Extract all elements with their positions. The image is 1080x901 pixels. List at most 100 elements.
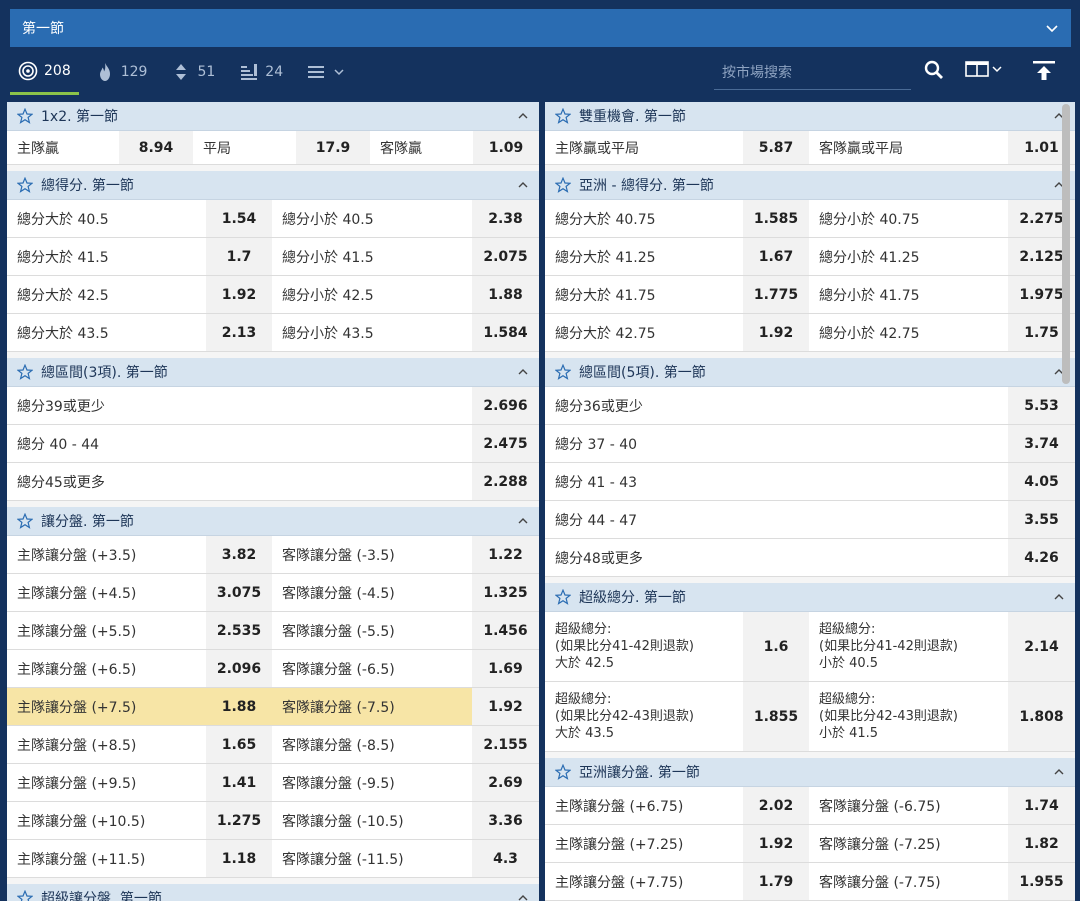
- filter-popular-button[interactable]: 129: [87, 49, 156, 95]
- odds-value[interactable]: 1.18: [206, 840, 272, 877]
- selection-label[interactable]: 總分大於 43.5: [7, 314, 206, 351]
- odds-value[interactable]: 1.275: [206, 802, 272, 839]
- market-header[interactable]: 總得分. 第一節: [7, 171, 539, 200]
- odds-value[interactable]: 1.92: [472, 688, 539, 725]
- odds-value[interactable]: 1.09: [473, 131, 539, 164]
- market-header[interactable]: 讓分盤. 第一節: [7, 507, 539, 536]
- selection-label[interactable]: 主隊讓分盤 (+9.5): [7, 764, 206, 801]
- selection-label[interactable]: 總分小於 41.25: [809, 238, 1008, 275]
- odds-value[interactable]: 1.808: [1008, 682, 1075, 751]
- odds-value[interactable]: 1.79: [743, 863, 809, 900]
- selection-label[interactable]: 超級總分: (如果比分42-43則退款) 小於 41.5: [809, 682, 1008, 751]
- selection-label[interactable]: 客隊讓分盤 (-6.75): [809, 787, 1008, 824]
- market-header[interactable]: 總區間(3項). 第一節: [7, 358, 539, 387]
- selection-label[interactable]: 總分大於 42.75: [545, 314, 743, 351]
- chevron-up-icon[interactable]: [517, 112, 529, 120]
- selection-label[interactable]: 客隊讓分盤 (-6.5): [272, 650, 472, 687]
- market-header[interactable]: 超級總分. 第一節: [545, 583, 1075, 612]
- odds-value[interactable]: 2.02: [743, 787, 809, 824]
- chevron-up-icon[interactable]: [1053, 593, 1065, 601]
- odds-value[interactable]: 3.74: [1008, 425, 1075, 462]
- selection-label[interactable]: 總分 40 - 44: [7, 425, 472, 462]
- odds-value[interactable]: 1.92: [206, 276, 272, 313]
- selection-label[interactable]: 總分小於 41.5: [272, 238, 472, 275]
- selection-label[interactable]: 主隊讓分盤 (+3.5): [7, 536, 206, 573]
- odds-value[interactable]: 3.82: [206, 536, 272, 573]
- star-icon[interactable]: [17, 513, 33, 529]
- odds-value[interactable]: 1.6: [743, 612, 809, 681]
- odds-value[interactable]: 1.585: [743, 200, 809, 237]
- chevron-up-icon[interactable]: [517, 894, 529, 901]
- selection-label[interactable]: 客隊讓分盤 (-9.5): [272, 764, 472, 801]
- odds-value[interactable]: 2.535: [206, 612, 272, 649]
- odds-value[interactable]: 1.88: [472, 276, 539, 313]
- odds-value[interactable]: 2.696: [472, 387, 539, 424]
- selection-label[interactable]: 總分大於 40.75: [545, 200, 743, 237]
- selection-label[interactable]: 平局: [193, 131, 296, 164]
- selection-label[interactable]: 總分大於 42.5: [7, 276, 206, 313]
- odds-value[interactable]: 3.075: [206, 574, 272, 611]
- selection-label[interactable]: 總分 44 - 47: [545, 501, 1008, 538]
- selection-label[interactable]: 主隊讓分盤 (+6.75): [545, 787, 743, 824]
- market-header[interactable]: 超級讓分盤. 第一節: [7, 884, 539, 901]
- odds-value[interactable]: 3.55: [1008, 501, 1075, 538]
- odds-value[interactable]: 1.325: [472, 574, 539, 611]
- selection-label[interactable]: 客隊贏: [370, 131, 473, 164]
- selection-label[interactable]: 超級總分: (如果比分41-42則退款) 大於 42.5: [545, 612, 743, 681]
- market-header[interactable]: 亞洲讓分盤. 第一節: [545, 758, 1075, 787]
- selection-label[interactable]: 總分大於 40.5: [7, 200, 206, 237]
- odds-value[interactable]: 2.155: [472, 726, 539, 763]
- odds-value[interactable]: 1.92: [743, 314, 809, 351]
- odds-value[interactable]: 1.41: [206, 764, 272, 801]
- selection-label[interactable]: 總分小於 40.75: [809, 200, 1008, 237]
- selection-label[interactable]: 客隊讓分盤 (-5.5): [272, 612, 472, 649]
- layout-toggle-button[interactable]: [965, 60, 1003, 78]
- star-icon[interactable]: [555, 108, 571, 124]
- selection-label[interactable]: 主隊讓分盤 (+7.75): [545, 863, 743, 900]
- odds-value[interactable]: 1.74: [1008, 787, 1075, 824]
- star-icon[interactable]: [17, 890, 33, 901]
- selection-label[interactable]: 主隊讓分盤 (+7.5): [7, 688, 206, 725]
- selection-label[interactable]: 總分48或更多: [545, 539, 1008, 576]
- odds-value[interactable]: 1.22: [472, 536, 539, 573]
- odds-value[interactable]: 2.14: [1008, 612, 1075, 681]
- selection-label[interactable]: 客隊贏或平局: [809, 131, 1008, 164]
- odds-value[interactable]: 1.54: [206, 200, 272, 237]
- odds-value[interactable]: 17.9: [296, 131, 370, 164]
- list-view-menu[interactable]: [299, 49, 353, 95]
- star-icon[interactable]: [17, 108, 33, 124]
- selection-label[interactable]: 主隊讓分盤 (+7.25): [545, 825, 743, 862]
- odds-value[interactable]: 3.36: [472, 802, 539, 839]
- selection-label[interactable]: 總分小於 40.5: [272, 200, 472, 237]
- selection-label[interactable]: 客隊讓分盤 (-3.5): [272, 536, 472, 573]
- filter-all-button[interactable]: 208: [10, 49, 79, 95]
- star-icon[interactable]: [17, 364, 33, 380]
- odds-value[interactable]: 2.13: [206, 314, 272, 351]
- star-icon[interactable]: [17, 177, 33, 193]
- chevron-up-icon[interactable]: [517, 368, 529, 376]
- odds-value[interactable]: 2.475: [472, 425, 539, 462]
- odds-value[interactable]: 1.7: [206, 238, 272, 275]
- odds-value[interactable]: 1.855: [743, 682, 809, 751]
- odds-value[interactable]: 2.096: [206, 650, 272, 687]
- odds-value[interactable]: 1.88: [206, 688, 272, 725]
- star-icon[interactable]: [555, 364, 571, 380]
- odds-value[interactable]: 1.67: [743, 238, 809, 275]
- market-header[interactable]: 總區間(5項). 第一節: [545, 358, 1075, 387]
- chevron-up-icon[interactable]: [517, 517, 529, 525]
- selection-label[interactable]: 客隊讓分盤 (-7.25): [809, 825, 1008, 862]
- odds-value[interactable]: 4.26: [1008, 539, 1075, 576]
- selection-label[interactable]: 主隊讓分盤 (+5.5): [7, 612, 206, 649]
- collapse-all-icon[interactable]: [1032, 60, 1056, 82]
- chevron-up-icon[interactable]: [1053, 768, 1065, 776]
- selection-label[interactable]: 總分45或更多: [7, 463, 472, 500]
- search-icon[interactable]: [924, 60, 944, 80]
- odds-value[interactable]: 5.53: [1008, 387, 1075, 424]
- selection-label[interactable]: 超級總分: (如果比分42-43則退款) 大於 43.5: [545, 682, 743, 751]
- market-search-input[interactable]: 按市場搜索: [714, 54, 911, 90]
- selection-label[interactable]: 客隊讓分盤 (-11.5): [272, 840, 472, 877]
- odds-value[interactable]: 5.87: [743, 131, 809, 164]
- market-header[interactable]: 雙重機會. 第一節: [545, 102, 1075, 131]
- scrollbar[interactable]: [1062, 104, 1070, 384]
- selection-label[interactable]: 總分小於 41.75: [809, 276, 1008, 313]
